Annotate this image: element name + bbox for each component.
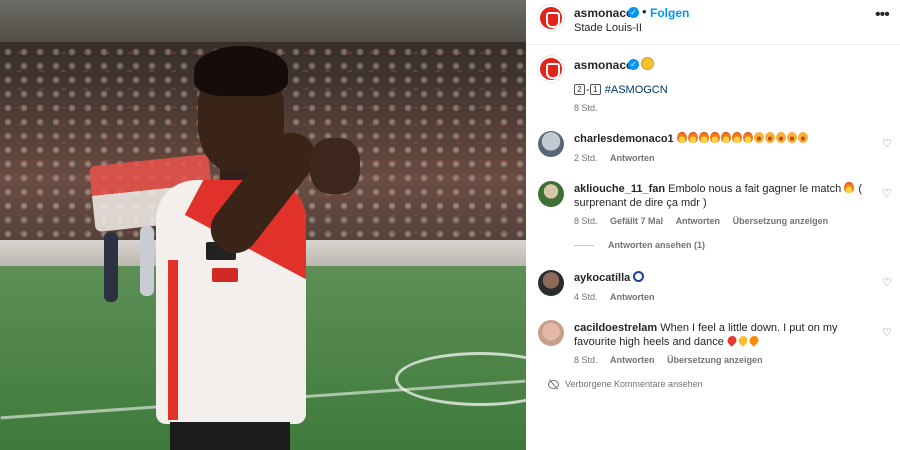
caption-text: 2-1 #ASMOGCN [574,84,668,96]
reply-button[interactable]: Antworten [676,216,721,226]
like-heart-icon[interactable]: ♡ [882,187,892,200]
fire-emoji-icon [687,132,698,143]
avatar[interactable] [538,131,564,157]
avatar[interactable] [538,56,564,82]
keycap-emoji-icon: 1 [589,84,601,95]
hushed-face-emoji-icon [786,132,797,143]
post-location[interactable]: Stade Louis-II [574,22,642,34]
stadium-roof [0,0,526,42]
avatar[interactable] [538,320,564,346]
comment-text: charlesdemonaco1 [574,132,874,147]
comment-username[interactable]: aykocatilla [574,272,630,284]
astonished-face-emoji-icon [641,57,654,70]
celebrating-player [150,46,380,450]
comment-meta: 4 Std. Antworten [574,292,665,302]
fire-emoji-icon [709,132,720,143]
fire-emoji-icon [676,132,687,143]
hashtag-link[interactable]: #ASMOGCN [605,84,668,96]
avatar[interactable] [538,181,564,207]
keycap-emoji-icon: 2 [574,84,585,95]
more-options-icon[interactable]: ••• [875,6,890,24]
translate-button[interactable]: Übersetzung anzeigen [667,355,763,365]
reply-button[interactable]: Antworten [610,153,655,163]
like-heart-icon[interactable]: ♡ [882,326,892,339]
hidden-comments-label[interactable]: Verborgene Kommentare ansehen [565,379,703,389]
hushed-face-emoji-icon [775,132,786,143]
caption-timestamp[interactable]: 8 Std. [574,103,598,113]
verified-badge-icon: ✓ [628,7,639,18]
background-player [104,232,118,302]
follow-button[interactable]: Folgen [650,6,689,20]
comment-meta: 2 Std. Antworten [574,153,665,163]
fire-emoji-icon [698,132,709,143]
like-heart-icon[interactable]: ♡ [882,276,892,289]
reply-button[interactable]: Antworten [610,292,655,302]
shush-gesture-hand [310,138,360,194]
avatar[interactable] [538,5,564,31]
hushed-face-emoji-icon [764,132,775,143]
likes-count[interactable]: Gefällt 7 Mal [610,216,663,226]
fire-emoji-icon [720,132,731,143]
verified-badge-icon: ✓ [628,59,639,70]
orange-heart-emoji-icon [747,334,761,347]
comment-text: cacildoestrelam When I feel a little dow… [574,322,838,348]
fire-emoji-icon [731,132,742,143]
comment-timestamp[interactable]: 4 Std. [574,292,598,302]
post-account-name[interactable]: asmonaco [574,6,633,20]
fire-emoji-icon [844,182,855,193]
emoji-row [676,132,809,145]
comment-username[interactable]: cacildoestrelam [574,322,657,334]
comment-username[interactable]: charlesdemonaco1 [574,133,674,145]
blue-circle-emoji-icon [633,271,645,282]
comment-meta: 8 Std. Antworten Übersetzung anzeigen [574,355,773,365]
translate-button[interactable]: Übersetzung anzeigen [733,216,829,226]
caption-account-name[interactable]: asmonaco [574,58,633,72]
replies-divider [574,245,594,246]
hushed-face-emoji-icon [797,132,808,143]
post-header: asmonaco ✓ • Folgen Stade Louis-II ••• [526,0,900,45]
comment-text: aykocatilla [574,271,874,285]
comment-timestamp[interactable]: 8 Std. [574,355,598,365]
comment-timestamp[interactable]: 8 Std. [574,216,598,226]
separator-dot: • [642,4,647,19]
post-photo[interactable] [0,0,526,450]
comment-timestamp[interactable]: 2 Std. [574,153,598,163]
eye-slash-icon [548,380,559,389]
view-replies-button[interactable]: Antworten ansehen (1) [608,240,705,250]
comment-text: akliouche_11_fan Embolo nous a fait gagn… [574,182,863,209]
comment-username[interactable]: akliouche_11_fan [574,183,665,195]
yellow-heart-emoji-icon [736,334,750,347]
comment-meta: 8 Std. Gefällt 7 Mal Antworten Übersetzu… [574,216,838,226]
sponsor-badge [212,268,238,282]
like-heart-icon[interactable]: ♡ [882,137,892,150]
hushed-face-emoji-icon [753,132,764,143]
fire-emoji-icon [742,132,753,143]
reply-button[interactable]: Antworten [610,355,655,365]
avatar[interactable] [538,270,564,296]
red-heart-emoji-icon [725,334,739,347]
